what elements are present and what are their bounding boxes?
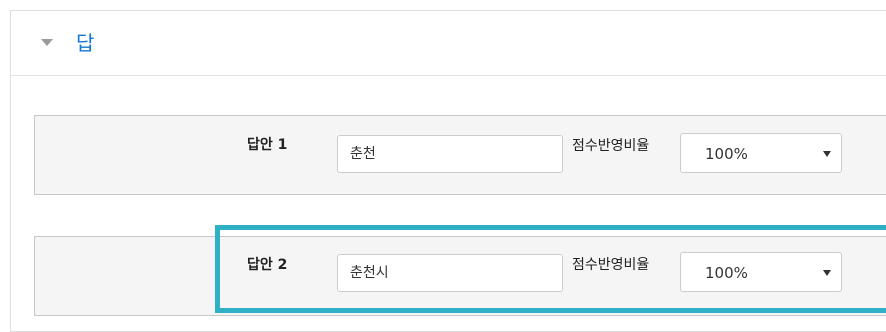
answer-1-grade-value: 100% (705, 145, 748, 163)
answer-2-grade-select[interactable]: 100% (680, 252, 842, 292)
answer-1-grade-label: 점수반영비율 (572, 138, 650, 154)
section-title: 답 (76, 31, 95, 55)
answers-section-header[interactable]: 답 (11, 11, 886, 76)
answer-2-grade-label: 점수반영비율 (572, 257, 650, 273)
answer-2-label: 답안 2 (247, 257, 288, 273)
answer-1-grade-select[interactable]: 100% (680, 133, 842, 173)
caret-down-icon[interactable] (41, 39, 53, 46)
answer-2-input[interactable]: 춘천시 (337, 254, 563, 292)
answer-2-grade-value: 100% (705, 264, 748, 282)
select-arrow-icon (823, 151, 831, 157)
answer-1-label: 답안 1 (247, 137, 288, 153)
answer-1-input[interactable]: 춘천 (337, 135, 563, 173)
select-arrow-icon (823, 270, 831, 276)
page: 답 답안 1 춘천 점수반영비율 100% 답안 2 춘천시 점수반영비율 10… (0, 0, 886, 332)
